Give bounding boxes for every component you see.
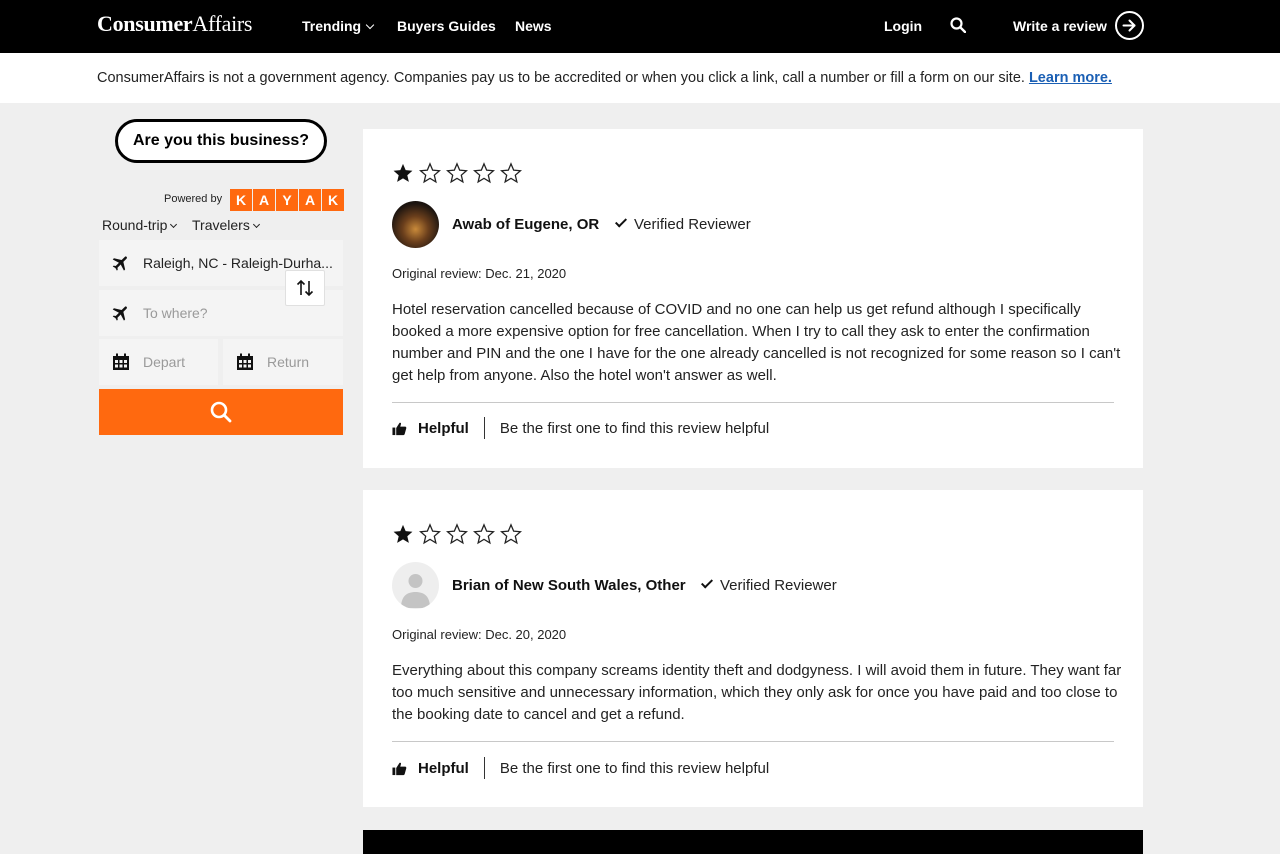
swap-locations-button[interactable]	[285, 270, 325, 306]
review-date: Original review: Dec. 21, 2020	[392, 266, 567, 281]
search-icon	[210, 401, 232, 423]
arrow-right-circle-icon[interactable]	[1115, 11, 1144, 40]
user-silhouette-icon	[401, 574, 430, 608]
review-card: Awab of Eugene, OR Verified Reviewer Ori…	[363, 129, 1143, 468]
divider	[392, 741, 1114, 742]
review-body: Everything about this company screams id…	[392, 662, 1122, 723]
chevron-down-icon	[170, 220, 178, 229]
trip-type-select[interactable]: Round-trip	[102, 217, 178, 233]
star-empty-icon	[419, 162, 441, 184]
top-nav-bar: ConsumerAffairs Trending Buyers Guides N…	[0, 0, 1280, 53]
star-rating	[392, 523, 522, 545]
disclaimer-text: ConsumerAffairs is not a government agen…	[97, 70, 1112, 86]
plane-icon	[112, 306, 127, 321]
powered-by-label: Powered by	[164, 193, 223, 205]
depart-date-input[interactable]: Depart	[99, 339, 218, 385]
swap-arrows-icon	[296, 279, 314, 297]
star-empty-icon	[446, 523, 468, 545]
review-card: Brian of New South Wales, Other Verified…	[363, 490, 1143, 807]
chevron-down-icon	[252, 220, 260, 229]
helpful-note: Be the first one to find this review hel…	[499, 419, 770, 437]
login-link[interactable]: Login	[884, 18, 922, 34]
review-date: Original review: Dec. 20, 2020	[392, 627, 567, 642]
divider	[392, 402, 1114, 403]
checkmark-icon	[614, 215, 628, 228]
calendar-icon	[113, 353, 129, 370]
star-filled-icon	[393, 524, 413, 543]
checkmark-icon	[700, 576, 714, 589]
default-avatar-icon	[392, 562, 439, 609]
chevron-down-icon	[365, 20, 375, 30]
verified-badge: Verified Reviewer	[614, 215, 751, 233]
are-you-this-business-button[interactable]: Are you this business?	[115, 119, 327, 163]
consumeraffairs-logo[interactable]: ConsumerAffairs	[97, 11, 253, 37]
helpful-button[interactable]: Helpful	[392, 417, 485, 439]
next-card-top	[363, 830, 1143, 854]
disclaimer-bar: ConsumerAffairs is not a government agen…	[0, 53, 1280, 103]
star-empty-icon	[473, 162, 495, 184]
return-date-input[interactable]: Return	[223, 339, 343, 385]
helpful-row: Helpful Be the first one to find this re…	[392, 757, 769, 779]
helpful-row: Helpful Be the first one to find this re…	[392, 417, 769, 439]
star-empty-icon	[419, 523, 441, 545]
write-review-link[interactable]: Write a review	[1013, 18, 1107, 34]
helpful-note: Be the first one to find this review hel…	[499, 759, 770, 777]
reviewer-avatar	[392, 201, 439, 248]
reviewer-name: Awab of Eugene, OR	[452, 216, 600, 233]
calendar-icon	[237, 353, 253, 370]
flight-search-button[interactable]	[99, 389, 343, 435]
verified-badge: Verified Reviewer	[700, 576, 837, 594]
thumbs-up-icon	[392, 762, 407, 775]
star-rating	[392, 162, 522, 184]
star-empty-icon	[500, 523, 522, 545]
reviewer-name: Brian of New South Wales, Other	[452, 577, 686, 594]
search-icon[interactable]	[950, 17, 966, 33]
nav-news[interactable]: News	[515, 18, 552, 34]
learn-more-link[interactable]: Learn more.	[1029, 70, 1112, 86]
star-empty-icon	[473, 523, 495, 545]
star-empty-icon	[500, 162, 522, 184]
thumbs-up-icon	[392, 422, 407, 435]
nav-buyers-guides[interactable]: Buyers Guides	[397, 18, 496, 34]
nav-trending[interactable]: Trending	[302, 18, 375, 34]
kayak-logo: K A Y A K	[230, 189, 344, 211]
plane-icon	[112, 256, 127, 271]
review-body: Hotel reservation cancelled because of C…	[392, 301, 1121, 384]
helpful-button[interactable]: Helpful	[392, 757, 485, 779]
star-filled-icon	[393, 163, 413, 182]
travelers-select[interactable]: Travelers	[192, 217, 260, 233]
star-empty-icon	[446, 162, 468, 184]
arrow-right-icon	[1122, 19, 1136, 32]
